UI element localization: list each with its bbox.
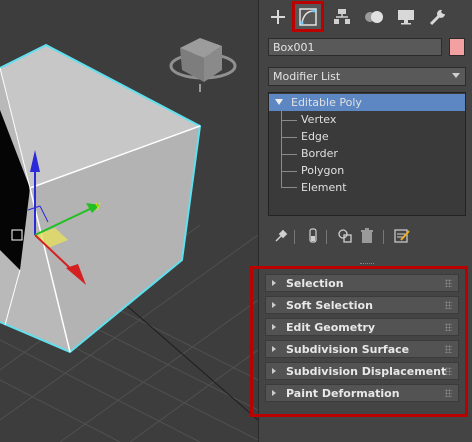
rollout-title: Subdivision Surface <box>286 343 410 356</box>
make-unique-icon <box>338 229 352 243</box>
tab-motion[interactable] <box>360 3 388 30</box>
rollout-edit-geometry[interactable]: Edit Geometry <box>265 318 459 336</box>
drag-handle-icon[interactable] <box>445 345 452 353</box>
expand-triangle-icon <box>272 346 276 352</box>
show-end-result-button[interactable] <box>303 226 323 246</box>
modifier-list-label: Modifier List <box>273 70 341 83</box>
command-panel: Box001 Modifier List Editable Poly Verte… <box>250 0 472 442</box>
drag-handle-icon[interactable] <box>445 301 452 309</box>
rollout-soft-selection[interactable]: Soft Selection <box>265 296 459 314</box>
stack-item-edge[interactable]: Edge <box>269 128 465 145</box>
toolbar-separator <box>383 230 384 244</box>
stack-item-vertex[interactable]: Vertex <box>269 111 465 128</box>
chevron-down-icon <box>452 73 460 78</box>
tab-modify[interactable] <box>292 1 324 32</box>
monitor-icon <box>398 9 414 24</box>
toolbar-separator <box>294 230 295 244</box>
stack-item-polygon[interactable]: Polygon <box>269 162 465 179</box>
plus-icon <box>271 9 285 24</box>
drag-handle-icon[interactable] <box>445 367 452 375</box>
viewcube[interactable] <box>169 38 237 92</box>
stack-item-label: Vertex <box>301 113 337 126</box>
perspective-viewport[interactable]: y <box>0 0 258 442</box>
trash-icon <box>361 228 373 243</box>
rollout-title: Edit Geometry <box>286 321 376 334</box>
rollout-title: Paint Deformation <box>286 387 400 400</box>
expand-triangle-icon <box>272 302 276 308</box>
modifier-list-dropdown[interactable]: Modifier List <box>268 67 466 86</box>
rollout-paint-deformation[interactable]: Paint Deformation <box>265 384 459 402</box>
show-end-result-icon <box>309 228 317 243</box>
motion-icon <box>365 10 383 23</box>
remove-modifier-button[interactable] <box>357 226 377 246</box>
modify-curve-icon <box>299 7 317 26</box>
modifier-stack: Editable Poly Vertex Edge Border Polygon… <box>268 92 466 216</box>
y-axis-label: y <box>95 200 101 211</box>
object-name-field[interactable]: Box001 <box>268 38 442 56</box>
command-panel-tabs <box>258 0 472 32</box>
drag-handle-icon[interactable] <box>445 323 452 331</box>
stack-item-editable-poly[interactable]: Editable Poly <box>269 94 465 111</box>
rollout-title: Soft Selection <box>286 299 373 312</box>
expand-triangle-icon <box>272 368 276 374</box>
wrench-icon <box>429 9 445 25</box>
configure-modifier-sets-button[interactable] <box>392 226 412 246</box>
tab-utilities[interactable] <box>424 3 452 30</box>
stack-item-label: Element <box>301 181 347 194</box>
rollout-subdivision-displacement[interactable]: Subdivision Displacement <box>265 362 459 380</box>
stack-item-label: Polygon <box>301 164 345 177</box>
drag-handle-icon[interactable] <box>445 389 452 397</box>
pin-stack-button[interactable] <box>271 226 291 246</box>
stack-item-label: Editable Poly <box>291 96 362 109</box>
rollout-title: Selection <box>286 277 344 290</box>
configure-modifier-sets-icon <box>394 229 410 243</box>
object-color-swatch[interactable] <box>449 38 465 56</box>
rollout-selection[interactable]: Selection <box>265 274 459 292</box>
box-object[interactable] <box>0 43 202 354</box>
collapse-triangle-icon[interactable] <box>275 99 283 105</box>
drag-handle-icon[interactable] <box>445 279 452 287</box>
stack-item-element[interactable]: Element <box>269 179 465 196</box>
rollout-subdivision-surface[interactable]: Subdivision Surface <box>265 340 459 358</box>
stack-item-border[interactable]: Border <box>269 145 465 162</box>
stack-item-label: Edge <box>301 130 329 143</box>
viewport-scene: y <box>0 38 258 442</box>
expand-triangle-icon <box>272 390 276 396</box>
expand-triangle-icon <box>272 280 276 286</box>
tab-create[interactable] <box>264 3 292 30</box>
tab-display[interactable] <box>392 3 420 30</box>
expand-triangle-icon <box>272 324 276 330</box>
pin-stack-icon <box>275 229 288 242</box>
stack-toolbar <box>268 225 466 247</box>
stack-item-label: Border <box>301 147 338 160</box>
tab-hierarchy[interactable] <box>328 3 356 30</box>
hierarchy-icon <box>334 8 350 24</box>
make-unique-button[interactable] <box>335 226 355 246</box>
toolbar-separator <box>326 230 327 244</box>
rollout-title: Subdivision Displacement <box>286 365 447 378</box>
